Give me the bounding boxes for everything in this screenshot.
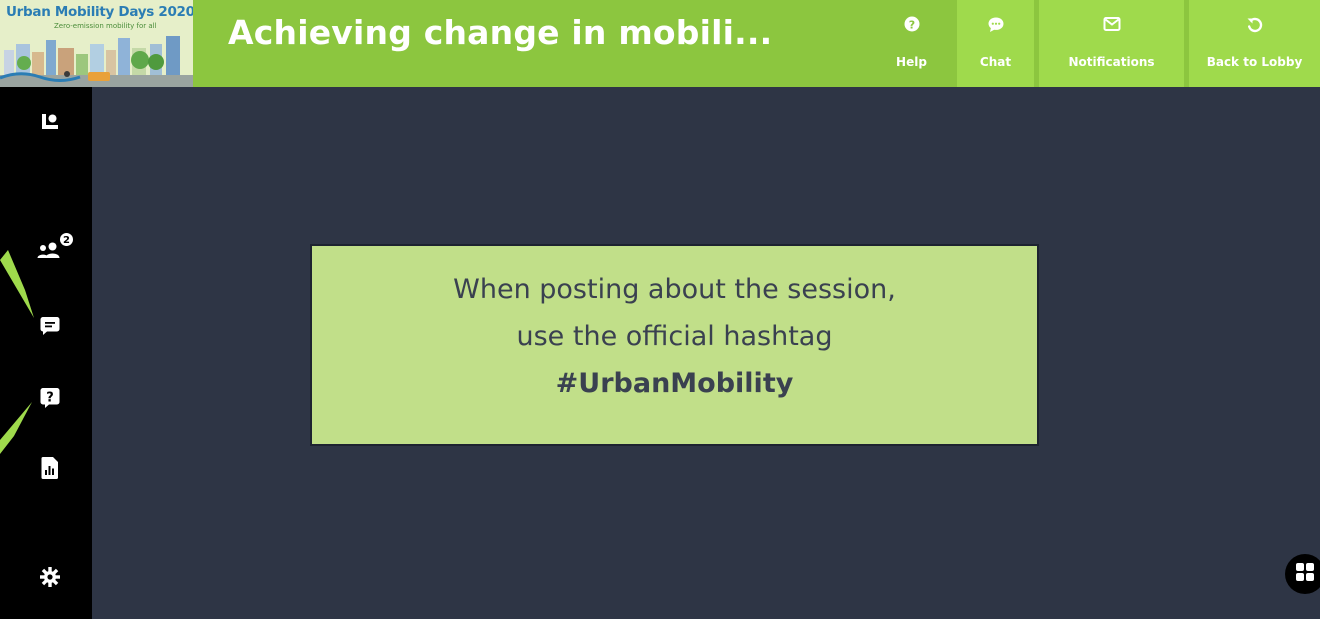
session-title: Achieving change in mobili... [228,13,773,52]
grid-layout-icon [1295,562,1315,586]
chat-message-icon[interactable] [36,312,64,340]
chat-bubble-icon [957,16,1034,36]
envelope-icon [1039,16,1184,36]
logo-title: Urban Mobility Days 2020 [6,4,193,20]
question-icon[interactable]: ? [36,384,64,412]
svg-text:?: ? [908,18,914,31]
notifications-label: Notifications [1068,55,1155,69]
settings-gear-icon[interactable] [36,563,64,591]
back-to-lobby-label: Back to Lobby [1206,55,1303,69]
app-window: Urban Mobility Days 2020 Zero-emission m… [0,0,1320,619]
undo-icon [1189,16,1320,36]
hashtag-notice: When posting about the session, use the … [310,244,1039,446]
question-circle-icon: ? [871,16,952,36]
top-bar: Urban Mobility Days 2020 Zero-emission m… [0,0,1320,87]
svg-text:?: ? [46,391,54,406]
callout-pointer [988,0,1011,17]
back-to-lobby-button[interactable]: Back to Lobby [1189,0,1320,87]
callout-pointer [0,402,32,454]
notice-line-1: When posting about the session, [453,274,896,305]
city-illustration [0,30,193,87]
notice-line-2: use the official hashtag [516,321,833,352]
left-sidebar: 2 ? [0,87,92,619]
presenter-icon[interactable] [36,108,64,136]
notice-hashtag: #UrbanMobility [555,368,794,399]
logo-subtitle: Zero-emission mobility for all [54,22,157,30]
participants-count-badge: 2 [59,232,74,247]
help-label: Help [896,55,927,69]
chat-label: Chat [979,55,1012,69]
notifications-button[interactable]: Notifications [1039,0,1184,87]
poll-report-icon[interactable] [36,454,64,482]
callout-pointer [0,250,34,318]
layout-toggle-button[interactable] [1285,554,1320,594]
event-logo[interactable]: Urban Mobility Days 2020 Zero-emission m… [0,0,193,87]
help-button[interactable]: ? Help [871,0,952,87]
